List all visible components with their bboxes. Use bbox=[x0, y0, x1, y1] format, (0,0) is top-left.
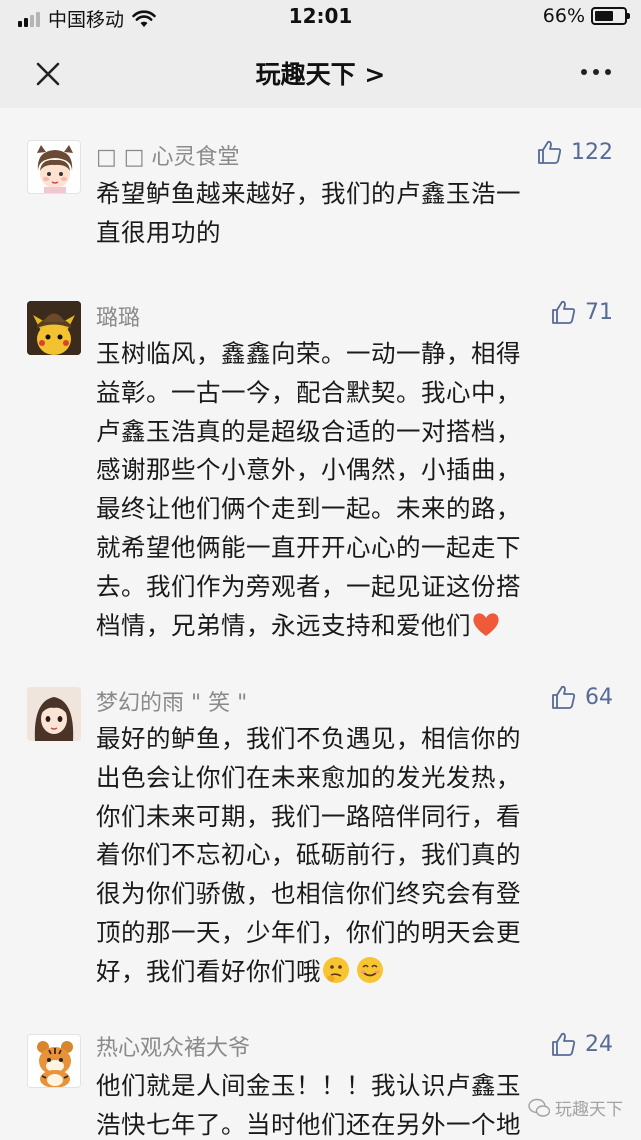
girl-cartoon-avatar[interactable] bbox=[27, 140, 81, 194]
comment-line: 好，我们看好你们哦 bbox=[96, 956, 321, 986]
pikachu-detective-avatar[interactable] bbox=[27, 301, 81, 355]
smile-emoji bbox=[357, 956, 383, 983]
tiger-avatar[interactable] bbox=[27, 1034, 81, 1088]
comment-nickname: 梦幻的雨 " 笑 " bbox=[96, 691, 248, 716]
comment-line: 很为你们骄傲，也相信你们终究会有登 bbox=[96, 879, 521, 909]
comment-text: 他们就是人间金玉！！！我认识卢鑫玉 浩快七年了。当时他们还在另外一个地 bbox=[96, 1067, 596, 1140]
comment-line: 档情，兄弟情，永远支持和爱他们 bbox=[96, 610, 471, 640]
comment-line: 益彰。一古一今，配合默契。我心中， bbox=[96, 377, 521, 407]
status-bar: 中国移动 12:01 66% bbox=[0, 0, 641, 34]
comment-line: 着你们不忘初心，砥砺前行，我们真的 bbox=[96, 840, 521, 870]
comment-text: 最好的鲈鱼，我们不负遇见，相信你的 出色会让你们在未来愈加的发光发热， 你们未来… bbox=[96, 720, 596, 992]
watermark-text: 玩趣天下 bbox=[555, 1100, 623, 1120]
comment-text: 玉树临风，鑫鑫向荣。一动一静，相得 益彰。一古一今，配合默契。我心中， 卢鑫玉浩… bbox=[96, 335, 596, 645]
nav-bar: 玩趣天下 > bbox=[0, 34, 641, 108]
like-count: 122 bbox=[571, 139, 613, 165]
comment-line-last: 档情，兄弟情，永远支持和爱他们 bbox=[96, 607, 596, 646]
like-button[interactable]: 71 bbox=[549, 298, 613, 326]
like-count: 71 bbox=[585, 299, 613, 325]
comment-line: 顶的那一天，少年们，你们的明天会更 bbox=[96, 917, 521, 947]
like-button[interactable]: 122 bbox=[535, 138, 613, 166]
anime-girl-avatar[interactable] bbox=[27, 687, 81, 741]
like-button[interactable]: 64 bbox=[549, 683, 613, 711]
comment-line: 出色会让你们在未来愈加的发光发热， bbox=[96, 762, 521, 792]
battery-percent: 66% bbox=[542, 5, 585, 27]
like-button[interactable]: 24 bbox=[549, 1030, 613, 1058]
like-count: 64 bbox=[585, 684, 613, 710]
heart-emoji bbox=[473, 612, 499, 636]
watermark: 玩趣天下 bbox=[528, 1095, 623, 1120]
thumbs-up-icon bbox=[552, 300, 576, 324]
thumbs-up-icon bbox=[552, 1032, 576, 1056]
comment-line: 去。我们作为旁观者，一起见证这份搭 bbox=[96, 571, 521, 601]
comment-text: 希望鲈鱼越来越好，我们的卢鑫玉浩一 直很用功的 bbox=[96, 175, 596, 253]
comment-line: 最终让他们俩个走到一起。未来的路， bbox=[96, 494, 521, 524]
more-icon[interactable] bbox=[581, 69, 611, 75]
comment-nickname: 热心观众褚大爷 bbox=[96, 1036, 251, 1061]
comment-nickname: 璐璐 bbox=[96, 306, 141, 331]
battery-fill bbox=[595, 11, 614, 21]
wechat-icon bbox=[528, 1098, 550, 1117]
comment-line: 最好的鲈鱼，我们不负遇见，相信你的 bbox=[96, 724, 521, 753]
comment-line: 卢鑫玉浩真的是超级合适的一对搭档， bbox=[96, 416, 521, 446]
comment-line: 玉树临风，鑫鑫向荣。一动一静，相得 bbox=[96, 339, 521, 368]
comment-line: 就希望他俩能一直开开心心的一起走下 bbox=[96, 532, 521, 562]
status-right: 66% bbox=[542, 5, 630, 27]
comment-line: 感谢那些个小意外，小偶然，小插曲， bbox=[96, 455, 521, 485]
comment-line: 他们就是人间金玉！！！我认识卢鑫玉 bbox=[96, 1071, 521, 1100]
comment-line: 直很用功的 bbox=[96, 217, 221, 247]
nav-title[interactable]: 玩趣天下 > bbox=[0, 55, 641, 91]
thinking-emoji bbox=[323, 956, 349, 983]
comment-nickname: □ □ 心灵食堂 bbox=[96, 145, 240, 170]
thumbs-up-icon bbox=[552, 685, 576, 709]
thumbs-up-icon bbox=[538, 140, 562, 164]
comment-line: 希望鲈鱼越来越好，我们的卢鑫玉浩一 bbox=[96, 179, 521, 208]
like-count: 24 bbox=[585, 1031, 613, 1057]
comment-list: □ □ 心灵食堂 122 希望鲈鱼越来越好，我们的卢鑫玉浩一 直很用功的 璐璐 … bbox=[0, 108, 641, 1140]
battery-icon bbox=[591, 7, 630, 25]
comment-line: 浩快七年了。当时他们还在另外一个地 bbox=[96, 1109, 521, 1139]
comment-line: 你们未来可期，我们一路陪伴同行，看 bbox=[96, 801, 521, 831]
comment-line-last: 好，我们看好你们哦 bbox=[96, 953, 596, 992]
